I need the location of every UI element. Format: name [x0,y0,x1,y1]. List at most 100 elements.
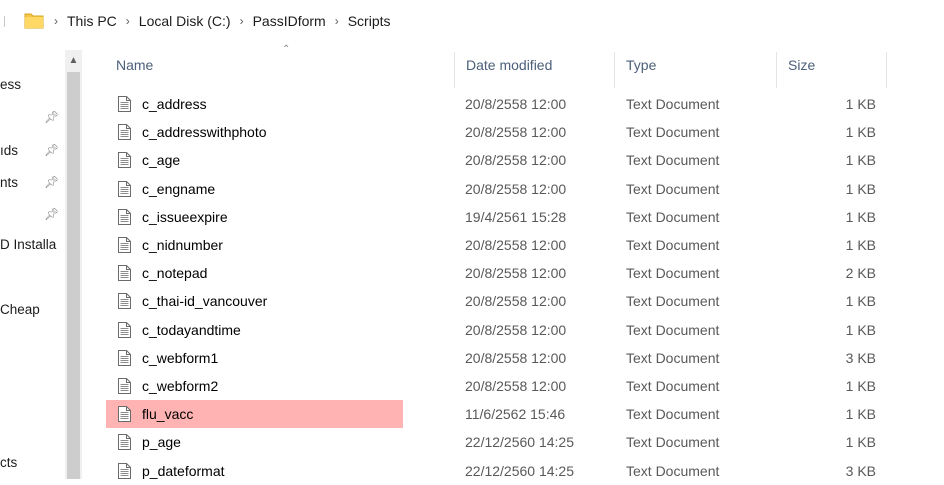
breadcrumb-local-disk[interactable]: Local Disk (C:) [139,13,231,29]
pin-icon[interactable]: 📌︎ [44,143,59,157]
text-file-icon [118,406,131,423]
file-name: c_webform2 [142,378,219,394]
scroll-up-arrow-icon[interactable]: ▲ [65,50,82,70]
nav-item[interactable]: Cheap [0,302,40,317]
file-name: c_thai-id_vancouver [142,293,268,310]
nav-item[interactable]: cts [0,455,17,470]
file-type: Text Document [626,349,720,366]
breadcrumb: › This PC › Local Disk (C:) › PassIDform… [54,0,391,42]
column-header-type[interactable]: Type [626,57,656,73]
file-date-modified: 20/8/2558 12:00 [465,96,567,112]
file-date-modified: 11/6/2562 15:46 [465,406,566,423]
file-type: Text Document [626,152,720,169]
file-date-modified: 20/8/2558 12:00 [465,321,567,338]
breadcrumb-this-pc[interactable]: This PC [67,13,117,29]
file-row[interactable]: p_age 22/12/2560 14:25 Text Document 1 KB [106,428,906,456]
file-size: 1 KB [845,96,876,112]
file-date-modified: 19/4/2561 15:28 [465,208,567,225]
file-date-modified: 20/8/2558 12:00 [465,237,567,253]
file-size: 1 KB [845,208,876,225]
text-file-icon [118,180,131,197]
file-size: 1 KB [845,406,876,423]
file-type: Text Document [626,124,720,141]
text-file-icon [118,434,131,451]
nav-item[interactable]: ess [0,77,21,92]
column-divider[interactable] [454,52,455,88]
file-type: Text Document [626,208,720,225]
file-size: 3 KB [845,462,876,479]
file-name: c_nidnumber [142,237,223,253]
column-header-size[interactable]: Size [788,57,815,73]
file-row[interactable]: c_webform1 20/8/2558 12:00 Text Document 3 … [106,344,906,372]
address-bar-edge [4,16,5,27]
file-date-modified: 20/8/2558 12:00 [465,293,567,310]
file-row[interactable]: c_engname 20/8/2558 12:00 Text Document 1 K… [106,175,906,203]
file-name: c_address [142,96,207,112]
address-bar[interactable]: › This PC › Local Disk (C:) › PassIDform… [0,0,944,42]
file-type: Text Document [626,462,720,479]
file-date-modified: 20/8/2558 12:00 [465,265,567,282]
text-file-icon [118,96,131,112]
file-size: 1 KB [845,321,876,338]
file-size: 1 KB [845,434,876,451]
file-name: c_notepad [142,265,208,282]
text-file-icon [118,349,131,366]
breadcrumb-scripts[interactable]: Scripts [348,13,391,29]
file-row[interactable]: c_webform2 20/8/2558 12:00 Text Document 1 … [106,372,906,400]
file-name: c_age [142,152,181,169]
nav-item[interactable]: D Installa [0,237,56,252]
chevron-right-icon[interactable]: › [126,14,130,28]
file-row[interactable]: flu_vacc 11/6/2562 15:46 Text Document 1 KB [106,400,906,429]
nav-item[interactable]: ıds [0,143,18,158]
folder-icon [24,13,44,29]
text-file-icon [118,293,131,310]
pin-icon[interactable]: 📌︎ [44,110,59,124]
chevron-right-icon[interactable]: › [54,14,58,28]
file-name: c_webform1 [142,349,219,366]
scrollbar-thumb[interactable] [67,72,80,479]
column-divider[interactable] [886,52,887,88]
pin-icon[interactable]: 📌︎ [44,175,59,189]
text-file-icon [118,265,131,282]
column-header-name[interactable]: Name [116,57,153,73]
file-row[interactable]: c_notepad 20/8/2558 12:00 Text Document 2 K… [106,259,906,287]
file-row[interactable]: c_thai-id_vancouver 20/8/2558 12:00 Text D… [106,287,906,315]
file-type: Text Document [626,378,720,394]
file-row[interactable]: c_age 20/8/2558 12:00 Text Document 1 KB [106,146,906,174]
file-date-modified: 20/8/2558 12:00 [465,378,567,394]
text-file-icon [118,124,131,141]
file-row[interactable]: c_todayandtime 20/8/2558 12:00 Text Docume… [106,316,906,344]
text-file-icon [118,152,131,169]
column-header-date[interactable]: Date modified [466,57,552,73]
file-name: p_age [142,434,181,451]
file-size: 1 KB [845,124,876,141]
file-size: 2 KB [845,265,876,282]
file-row[interactable]: c_addresswithphoto 20/8/2558 12:00 Text Do… [106,118,906,146]
chevron-right-icon[interactable]: › [240,14,244,28]
file-type: Text Document [626,180,720,197]
nav-item[interactable]: nts [0,175,18,190]
column-divider[interactable] [614,52,615,88]
file-date-modified: 20/8/2558 12:00 [465,349,567,366]
file-type: Text Document [626,434,720,451]
file-type: Text Document [626,96,720,112]
file-date-modified: 20/8/2558 12:00 [465,152,567,169]
column-header-row: ⌃ Name Date modified Type Size [96,42,944,88]
breadcrumb-passidform[interactable]: PassIDform [253,13,326,29]
file-type: Text Document [626,293,720,310]
file-row[interactable]: p_dateformat 22/12/2560 14:25 Text Documen… [106,457,906,485]
file-size: 1 KB [845,293,876,310]
pin-icon[interactable]: 📌︎ [44,207,59,221]
file-date-modified: 20/8/2558 12:00 [465,180,567,197]
text-file-icon [118,237,131,253]
file-row[interactable]: c_address 20/8/2558 12:00 Text Document 1 K… [106,90,906,118]
chevron-right-icon[interactable]: › [335,14,339,28]
file-row[interactable]: c_nidnumber 20/8/2558 12:00 Text Document 1… [106,231,906,259]
file-date-modified: 22/12/2560 14:25 [465,462,574,479]
sort-ascending-icon: ⌃ [282,44,291,55]
file-name: c_todayandtime [142,321,241,338]
column-divider[interactable] [776,52,777,88]
text-file-icon [118,321,131,338]
file-row[interactable]: c_issueexpire 19/4/2561 15:28 Text Documen… [106,203,906,231]
file-type: Text Document [626,265,720,282]
